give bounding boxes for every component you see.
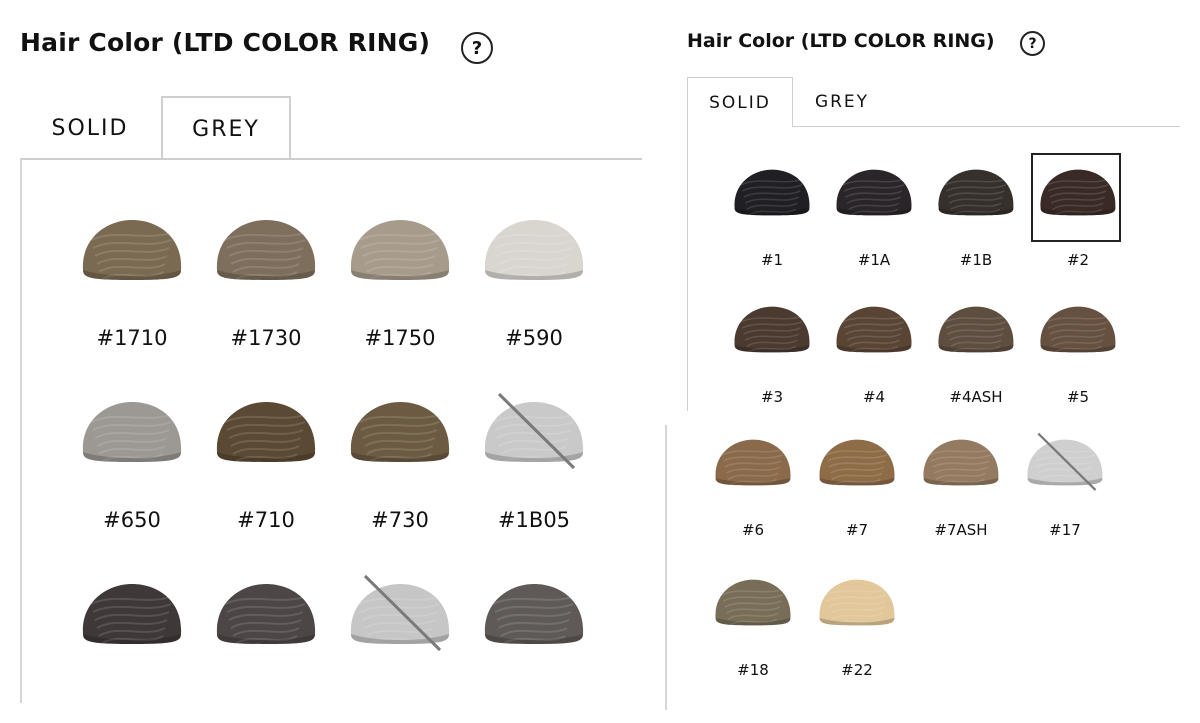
hair-swatch[interactable] <box>815 570 899 632</box>
swatch-label: #1B05 <box>497 508 571 532</box>
right-panel-border <box>687 126 688 411</box>
hair-swatch-icon <box>715 579 791 627</box>
hair-swatch <box>345 572 455 652</box>
swatch-label: #1B <box>959 251 993 269</box>
left-panel-title: Hair Color (LTD COLOR RING) <box>20 28 431 57</box>
hair-swatch[interactable] <box>479 572 589 652</box>
hair-swatch <box>479 390 589 470</box>
hair-swatch[interactable] <box>479 208 589 288</box>
left-tab-divider <box>20 158 642 160</box>
swatch-label: #2 <box>1066 251 1090 269</box>
swatch-label: #1750 <box>364 326 436 350</box>
left-panel-border <box>20 158 22 703</box>
hair-swatch[interactable] <box>832 160 916 222</box>
unavailable-swatch-icon <box>350 574 450 652</box>
swatch-label: #7ASH <box>934 521 988 539</box>
right-tab-divider <box>793 126 1180 127</box>
hair-swatch-icon <box>923 439 999 487</box>
swatch-label: #4 <box>862 388 886 406</box>
right-help-icon[interactable]: ? <box>1020 31 1045 56</box>
hair-swatch-icon <box>734 306 810 354</box>
right-tab-solid[interactable]: SOLID <box>687 77 793 127</box>
hair-swatch-icon <box>715 439 791 487</box>
swatch-label: #18 <box>737 661 769 679</box>
hair-swatch-icon <box>216 220 316 281</box>
hair-swatch-icon <box>1040 169 1116 217</box>
hair-swatch-icon <box>819 439 895 487</box>
unavailable-swatch-icon <box>1027 432 1103 491</box>
swatch-label: #710 <box>237 508 295 532</box>
hair-swatch[interactable] <box>832 297 916 359</box>
swatch-label: #17 <box>1049 521 1081 539</box>
hair-swatch <box>1023 430 1107 492</box>
swatch-label: #590 <box>505 326 563 350</box>
hair-swatch[interactable] <box>711 430 795 492</box>
swatch-label: #1730 <box>230 326 302 350</box>
hair-swatch-icon <box>216 402 316 463</box>
right-panel-title: Hair Color (LTD COLOR RING) <box>687 30 995 52</box>
swatch-label: #1A <box>857 251 891 269</box>
hair-swatch-icon <box>938 169 1014 217</box>
hair-swatch[interactable] <box>711 570 795 632</box>
left-tab-solid[interactable]: SOLID <box>20 96 160 160</box>
swatch-label: #7 <box>845 521 869 539</box>
hair-swatch-icon <box>82 584 182 645</box>
hair-swatch-icon <box>1040 306 1116 354</box>
hair-swatch-icon <box>819 579 895 627</box>
hair-swatch[interactable] <box>1036 160 1120 222</box>
right-tab-grey[interactable]: GREY <box>793 77 891 127</box>
swatch-label: #650 <box>103 508 161 532</box>
hair-swatch[interactable] <box>919 430 1003 492</box>
hair-swatch-icon <box>82 220 182 281</box>
hair-swatch[interactable] <box>730 160 814 222</box>
hair-swatch[interactable] <box>211 390 321 470</box>
hair-swatch[interactable] <box>1036 297 1120 359</box>
swatch-label: #730 <box>371 508 429 532</box>
left-help-icon[interactable]: ? <box>461 32 493 64</box>
hair-swatch[interactable] <box>211 208 321 288</box>
hair-swatch[interactable] <box>77 390 187 470</box>
hair-swatch-icon <box>350 402 450 463</box>
swatch-label: #4ASH <box>949 388 1003 406</box>
left-tab-grey[interactable]: GREY <box>161 96 291 160</box>
hair-swatch[interactable] <box>211 572 321 652</box>
hair-swatch-icon <box>484 584 584 645</box>
hair-swatch-icon <box>734 169 810 217</box>
unavailable-swatch-icon <box>484 392 584 470</box>
swatch-label: #3 <box>760 388 784 406</box>
hair-swatch[interactable] <box>345 208 455 288</box>
hair-swatch[interactable] <box>77 572 187 652</box>
swatch-label: #6 <box>741 521 765 539</box>
hair-swatch-icon <box>484 220 584 281</box>
hair-swatch-icon <box>350 220 450 281</box>
hair-swatch-icon <box>216 584 316 645</box>
swatch-label: #5 <box>1066 388 1090 406</box>
hair-swatch[interactable] <box>77 208 187 288</box>
hair-swatch-icon <box>82 402 182 463</box>
hair-swatch[interactable] <box>345 390 455 470</box>
hair-swatch[interactable] <box>730 297 814 359</box>
hair-swatch-icon <box>836 306 912 354</box>
hair-swatch[interactable] <box>815 430 899 492</box>
hair-swatch[interactable] <box>934 160 1018 222</box>
swatch-label: #1 <box>760 251 784 269</box>
hair-swatch-icon <box>938 306 1014 354</box>
swatch-label: #22 <box>841 661 873 679</box>
hair-swatch[interactable] <box>934 297 1018 359</box>
left-panel-right-border <box>665 425 667 710</box>
hair-swatch-icon <box>836 169 912 217</box>
swatch-label: #1710 <box>96 326 168 350</box>
